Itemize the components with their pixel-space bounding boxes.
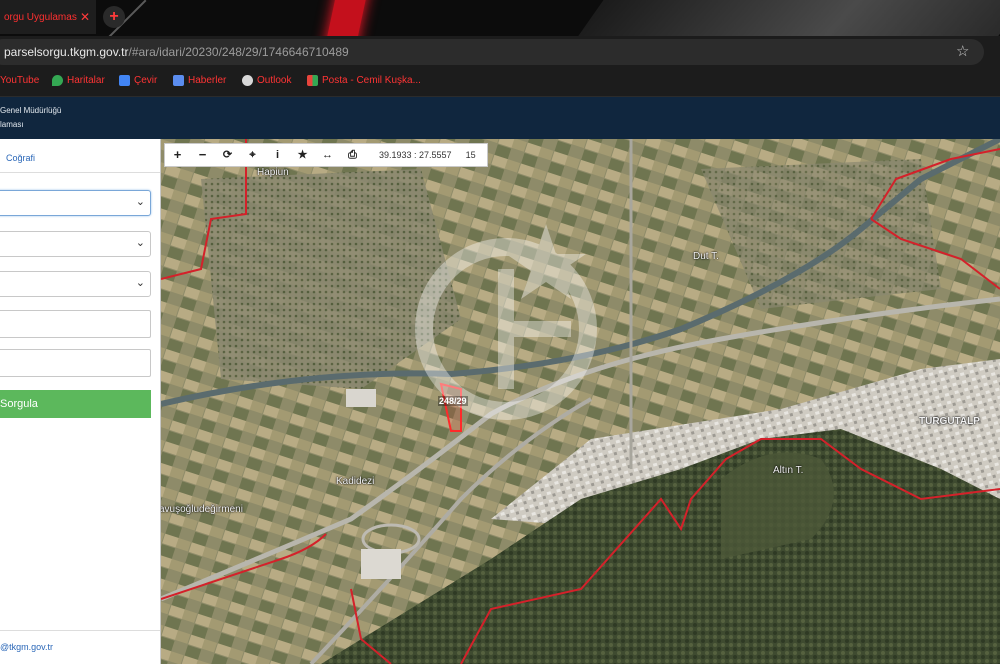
browser-tab-strip: orgu Uygulamas ✕ + <box>0 0 1000 36</box>
wallpaper-decoration-red <box>318 0 372 36</box>
new-tab-button[interactable]: + <box>103 6 125 28</box>
tab-divider <box>0 172 160 173</box>
bookmark-youtube[interactable]: YouTube <box>0 75 39 86</box>
chevron-down-icon: ⌄ <box>135 196 145 208</box>
bookmark-label: Çevir <box>134 75 158 86</box>
place-label: Kadidezi <box>336 476 375 487</box>
province-select[interactable]: ⌄ <box>0 190 151 216</box>
locate-icon[interactable]: ⌖ <box>240 144 265 166</box>
zoom-in-icon[interactable]: + <box>165 144 190 166</box>
url-path: /#ara/idari/20230/248/29/1746646710489 <box>128 45 349 59</box>
zoom-out-icon[interactable]: − <box>190 144 215 166</box>
bookmark-label: YouTube <box>0 75 40 86</box>
facility <box>346 389 376 407</box>
globe-icon <box>242 75 253 86</box>
chevron-down-icon: ⌄ <box>135 277 145 289</box>
satellite-map[interactable] <box>161 139 1000 664</box>
url-text[interactable]: parselsorgu.tkgm.gov.tr/#ara/idari/20230… <box>4 45 349 59</box>
wallpaper-decoration <box>568 0 1000 36</box>
district-select[interactable]: ⌄ <box>0 231 151 257</box>
map-toolbar: + − ⟳ ⌖ i ★ ↔ ⎙ 39.1933 : 27.5557 15 <box>164 143 488 167</box>
bookmark-star-icon[interactable]: ☆ <box>956 42 969 60</box>
bookmark-label: Posta - Cemil Kuşka... <box>322 75 421 86</box>
place-label: Altın T. <box>773 465 804 476</box>
bookmark-news[interactable]: Haberler <box>173 75 226 86</box>
query-button[interactable]: Sorgula <box>0 390 151 418</box>
place-label: avuşoğludeğirmeni <box>161 504 243 515</box>
contact-email-link[interactable]: @tkgm.gov.tr <box>0 642 53 652</box>
url-host: parselsorgu.tkgm.gov.tr <box>4 45 129 59</box>
bookmark-outlook[interactable]: Outlook <box>242 75 291 86</box>
refresh-icon[interactable]: ⟳ <box>215 144 240 166</box>
info-icon[interactable]: i <box>265 144 290 166</box>
place-label: Hapiun <box>257 167 289 178</box>
app-header <box>0 97 1000 139</box>
tab-title: orgu Uygulamas <box>4 11 77 23</box>
bookmark-label: Outlook <box>257 75 292 86</box>
bookmark-translate[interactable]: Çevir <box>119 75 157 86</box>
close-tab-icon[interactable]: ✕ <box>80 10 90 24</box>
place-label: TURGUTALP <box>919 416 980 427</box>
translate-icon <box>119 75 130 86</box>
app-header-line1: Genel Müdürlüğü <box>0 106 62 115</box>
screen: orgu Uygulamas ✕ + parselsorgu.tkgm.gov.… <box>0 0 1000 664</box>
app-header-line2: laması <box>0 120 24 129</box>
news-icon <box>173 75 184 86</box>
chevron-down-icon: ⌄ <box>135 237 145 249</box>
print-icon[interactable]: ⎙ <box>340 144 365 166</box>
bookmark-mail[interactable]: Posta - Cemil Kuşka... <box>307 75 421 86</box>
bookmark-maps[interactable]: Haritalar <box>52 75 105 86</box>
bookmark-label: Haberler <box>188 75 227 86</box>
measure-icon[interactable]: ↔ <box>315 144 340 166</box>
map-canvas[interactable]: Hapiun Dut T. Kadidezi avuşoğludeğirmeni… <box>161 139 1000 664</box>
maps-pin-icon <box>52 75 63 86</box>
browser-tab[interactable]: orgu Uygulamas ✕ <box>0 0 96 34</box>
bookmark-label: Haritalar <box>67 75 105 86</box>
tab-cografi[interactable]: Coğrafi <box>6 153 35 163</box>
coordinate-readout: 39.1933 : 27.5557 <box>379 150 452 160</box>
zoom-level: 15 <box>465 150 476 160</box>
favorite-star-icon[interactable]: ★ <box>290 144 315 166</box>
block-number-input[interactable] <box>0 310 151 338</box>
facility <box>361 549 401 579</box>
neighbourhood-select[interactable]: ⌄ <box>0 271 151 297</box>
place-label: Dut T. <box>693 251 719 262</box>
parcel-number-input[interactable] <box>0 349 151 377</box>
panel-footer-divider <box>0 630 160 631</box>
parcel-label: 248/29 <box>438 396 468 406</box>
office-icon <box>307 75 318 86</box>
